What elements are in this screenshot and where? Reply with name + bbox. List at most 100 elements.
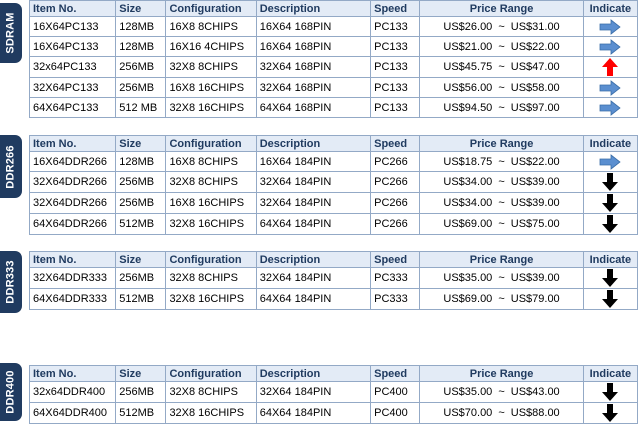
header-description: Description (255, 251, 372, 268)
configuration-cell: 32X8 8CHIPS (165, 171, 257, 193)
price-range-cell: US$35.00 ~ US$43.00 (419, 381, 584, 403)
table-row: 64X64DDR333 512MB 32X8 16CHIPS 64X64 184PIN… (28, 288, 639, 310)
price-low: US$21.00 (443, 40, 493, 53)
indicate-cell (582, 381, 639, 403)
price-low: US$45.75 (443, 61, 493, 73)
description-cell: 16X64 168PIN (255, 16, 372, 37)
speed-cell: PC133 (370, 77, 421, 98)
header-description: Description (255, 365, 372, 382)
configuration-cell: 32X8 16CHIPS (165, 213, 257, 235)
price-separator: ~ (498, 407, 505, 419)
description-cell: 32X64 168PIN (255, 56, 372, 78)
header-speed: Speed (370, 135, 421, 152)
speed-cell: PC266 (370, 192, 421, 214)
item-no-cell: 16X64PC133 (28, 16, 117, 37)
speed-cell: PC133 (370, 16, 421, 37)
configuration-cell: 16X8 8CHIPS (165, 151, 257, 172)
down-arrow-icon (601, 215, 619, 233)
price-low: US$69.00 (443, 218, 493, 230)
price-separator: ~ (498, 293, 505, 305)
speed-cell: PC400 (370, 402, 421, 424)
header-price-range: Price Range (419, 0, 584, 17)
price-high: US$97.00 (510, 101, 560, 114)
speed-cell: PC266 (370, 151, 421, 172)
price-range-cell: US$34.00 ~ US$39.00 (419, 192, 584, 214)
price-high: US$22.00 (510, 155, 560, 168)
indicate-cell (582, 56, 639, 78)
price-table: Item No. Size Configuration Description Spee… (28, 0, 639, 118)
header-description: Description (255, 0, 372, 17)
table-header-row: Item No. Size Configuration Description Spee… (28, 251, 639, 268)
header-indicate: Indicate (582, 365, 639, 382)
price-high: US$39.00 (510, 197, 560, 209)
table-row: 32X64PC133 256MB 16X8 16CHIPS 32X64 168PIN P… (28, 77, 639, 98)
down-arrow-icon (601, 269, 619, 287)
size-cell: 256MB (115, 56, 167, 78)
price-range-cell: US$70.00 ~ US$88.00 (419, 402, 584, 424)
right-arrow-icon (599, 38, 622, 55)
description-cell: 16X64 168PIN (255, 36, 372, 57)
item-no-cell: 32x64PC133 (28, 56, 117, 78)
size-cell: 512MB (115, 402, 167, 424)
price-high: US$75.00 (510, 218, 560, 230)
price-separator: ~ (498, 20, 505, 33)
header-size: Size (115, 365, 167, 382)
price-high: US$47.00 (510, 61, 560, 73)
indicate-cell (582, 288, 639, 310)
configuration-cell: 16X16 4CHIPS (165, 36, 257, 57)
configuration-cell: 16X8 8CHIPS (165, 16, 257, 37)
price-range-cell: US$21.00 ~ US$22.00 (419, 36, 584, 57)
category-tab: DDR400 (0, 363, 22, 421)
table-row: 16X64PC133 128MB 16X16 4CHIPS 16X64 168PIN P… (28, 36, 639, 57)
table-row: 32X64DDR333 256MB 32X8 8CHIPS 32X64 184PIN P… (28, 267, 639, 289)
price-range-cell: US$69.00 ~ US$75.00 (419, 213, 584, 235)
header-item-no: Item No. (28, 0, 117, 17)
header-configuration: Configuration (165, 251, 257, 268)
size-cell: 512MB (115, 288, 167, 310)
header-item-no: Item No. (28, 251, 117, 268)
price-table: Item No. Size Configuration Description Spee… (28, 135, 639, 235)
header-item-no: Item No. (28, 365, 117, 382)
header-price-range: Price Range (419, 365, 584, 382)
header-price-range: Price Range (419, 251, 584, 268)
price-high: US$39.00 (510, 272, 560, 284)
header-description: Description (255, 135, 372, 152)
header-configuration: Configuration (165, 135, 257, 152)
price-separator: ~ (498, 176, 505, 188)
indicate-cell (582, 213, 639, 235)
header-size: Size (115, 0, 167, 17)
price-range-cell: US$26.00 ~ US$31.00 (419, 16, 584, 37)
header-indicate: Indicate (582, 251, 639, 268)
description-cell: 32X64 184PIN (255, 171, 372, 193)
table-row: 16X64PC133 128MB 16X8 8CHIPS 16X64 168PIN PC… (28, 16, 639, 37)
price-high: US$43.00 (510, 386, 560, 398)
item-no-cell: 64X64DDR333 (28, 288, 117, 310)
price-high: US$22.00 (510, 40, 560, 53)
price-low: US$34.00 (443, 197, 493, 209)
right-arrow-icon (599, 79, 622, 96)
price-low: US$26.00 (443, 20, 493, 33)
item-no-cell: 64X64PC133 (28, 97, 117, 118)
speed-cell: PC400 (370, 381, 421, 403)
price-low: US$70.00 (443, 407, 493, 419)
table-header-row: Item No. Size Configuration Description Spee… (28, 135, 639, 152)
size-cell: 512MB (115, 213, 167, 235)
price-separator: ~ (498, 61, 505, 73)
category-tab-label: SDRAM (5, 12, 17, 54)
header-price-range: Price Range (419, 135, 584, 152)
header-speed: Speed (370, 251, 421, 268)
description-cell: 64X64 184PIN (255, 213, 372, 235)
table-row: 64X64DDR266 512MB 32X8 16CHIPS 64X64 184PIN… (28, 213, 639, 235)
price-range-cell: US$69.00 ~ US$79.00 (419, 288, 584, 310)
price-range-cell: US$94.50 ~ US$97.00 (419, 97, 584, 118)
header-configuration: Configuration (165, 365, 257, 382)
price-low: US$69.00 (443, 293, 493, 305)
description-cell: 32X64 168PIN (255, 77, 372, 98)
item-no-cell: 16X64PC133 (28, 36, 117, 57)
price-separator: ~ (498, 155, 505, 168)
category-tab-label: DDR266 (5, 144, 18, 189)
price-table: Item No. Size Configuration Description Spee… (28, 365, 639, 424)
price-low: US$18.75 (443, 155, 493, 168)
up-arrow-icon (601, 58, 619, 76)
right-arrow-icon (599, 153, 622, 170)
